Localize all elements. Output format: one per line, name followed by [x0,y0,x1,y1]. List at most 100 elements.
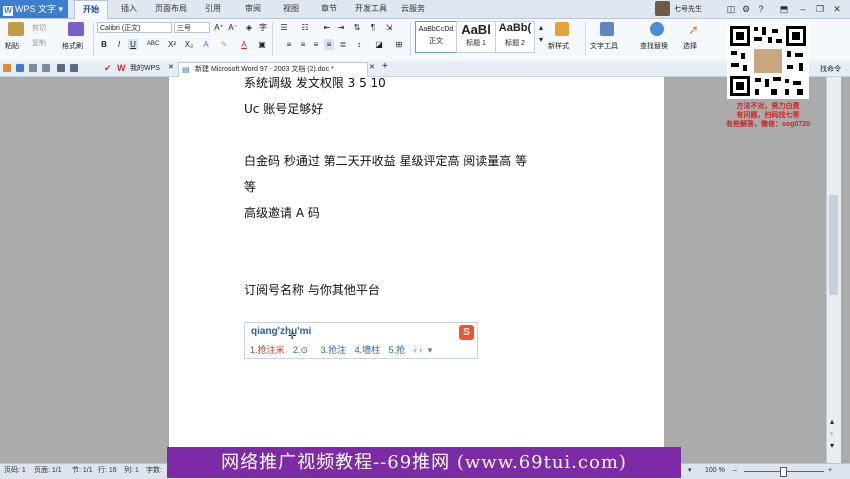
tab-home[interactable]: 开始 [74,0,108,19]
new-style-button[interactable]: 新样式 [548,41,569,51]
zoom-slider-thumb[interactable] [780,467,787,477]
styles-scroll-up-icon[interactable]: ▴ [536,22,546,33]
format-painter-button[interactable]: 格式刷 [62,41,83,51]
cut-button[interactable]: 剪切 [32,23,46,33]
ime-candidate-3[interactable]: 3.抢注 [321,345,347,355]
vertical-scrollbar[interactable]: ▴ ◦ ▾ [826,77,841,463]
help-icon[interactable]: ? [755,3,767,15]
style-heading-2[interactable]: AaBb( 标题 2 [495,21,535,53]
scrollbar-thumb[interactable] [829,195,838,295]
increase-indent-icon[interactable]: ⇥ [336,22,346,33]
scroll-select-object-icon[interactable]: ◦ [830,429,833,438]
borders-icon[interactable]: ⊞ [394,39,404,50]
restore-icon[interactable]: ⬒ [778,3,790,15]
zoom-minus-icon[interactable]: – [733,464,737,478]
style-normal[interactable]: AaBbCcDd 正文 [415,21,457,53]
open-icon[interactable] [3,64,11,72]
document-page[interactable] [169,77,664,463]
my-wps-tab[interactable]: 我的WPS [126,62,164,76]
skin-icon[interactable]: ◫ [725,3,737,15]
ime-candidate-5[interactable]: 5.抢 [389,345,406,355]
scroll-next-page-icon[interactable]: ▾ [830,441,834,450]
user-name[interactable]: 七号先生 [674,4,702,14]
scroll-prev-page-icon[interactable]: ▴ [830,417,834,426]
tab-page-layout[interactable]: 页面布局 [155,0,187,18]
bold-button[interactable]: B [99,39,109,50]
ime-candidate-4[interactable]: 4.墙柱 [355,345,381,355]
zoom-plus-icon[interactable]: + [828,464,832,478]
subscript-button[interactable]: X₂ [183,39,195,50]
ime-page-next-icon[interactable]: ‹ › [414,345,423,355]
bullets-icon[interactable]: ☰ [279,22,289,33]
ime-expand-icon[interactable]: ▾ [428,345,433,355]
close-icon[interactable]: ✕ [831,3,843,15]
print-preview-icon[interactable] [42,64,50,72]
find-command-link[interactable]: 找命令 [820,64,841,74]
status-section[interactable]: 节: 1/1 [72,464,93,478]
app-menu-button[interactable]: W WPS 文字 ▾ [0,0,68,18]
copy-button[interactable]: 复制 [32,38,46,48]
shading-icon[interactable]: ◪ [374,39,384,50]
shrink-font-icon[interactable]: A⁻ [228,22,238,33]
numbering-icon[interactable]: ☷ [300,22,310,33]
text-effect-icon[interactable]: A [201,39,211,50]
decrease-indent-icon[interactable]: ⇤ [322,22,332,33]
align-left-icon[interactable]: ≡ [284,39,294,50]
phonetic-icon[interactable]: 字 [258,22,268,33]
minimize-icon[interactable]: – [797,3,809,15]
show-marks-icon[interactable]: ¶ [368,22,378,33]
select-button[interactable]: 选择 [683,41,697,51]
tab-developer[interactable]: 开发工具 [355,0,387,18]
close-doc-tab-icon[interactable]: ✕ [369,63,375,71]
zoom-out-icon[interactable]: ▾ [688,464,692,478]
highlight-icon[interactable]: ✎ [219,39,229,50]
ime-candidate-2[interactable]: 2.⊙ [293,345,308,355]
text-tools-button[interactable]: 文字工具 [590,41,618,51]
tab-insert[interactable]: 插入 [121,0,137,18]
font-name-select[interactable]: Calibri (正文) [97,22,172,33]
style-heading-1[interactable]: AaBl 标题 1 [456,21,496,53]
italic-button[interactable]: I [114,39,124,50]
settings-icon[interactable]: ⚙ [740,3,752,15]
status-col[interactable]: 列: 1 [124,464,139,478]
tab-cloud[interactable]: 云服务 [401,0,425,18]
status-words[interactable]: 字数: [146,464,162,478]
find-replace-icon[interactable] [650,22,664,36]
new-tab-button[interactable]: + [382,61,388,72]
distributed-icon[interactable]: ≣ [338,39,348,50]
pin-icon[interactable]: ✔ [104,63,112,74]
select-cursor-icon[interactable]: ➚ [688,22,699,38]
format-painter-icon[interactable] [68,22,84,36]
strikethrough-button[interactable]: ABC [146,39,160,50]
zoom-level[interactable]: 100 % [705,464,725,478]
styles-scroll-down-icon[interactable]: ▾ [536,34,546,45]
print-icon[interactable] [29,64,37,72]
maximize-icon[interactable]: ❐ [814,3,826,15]
clear-format-icon[interactable]: ◈ [244,22,254,33]
status-pages[interactable]: 页面: 1/1 [34,464,62,478]
justify-icon[interactable]: ≡ [324,39,334,50]
char-border-icon[interactable]: ▣ [257,39,267,50]
underline-button[interactable]: U [128,39,138,50]
save-icon[interactable] [16,64,24,72]
tab-view[interactable]: 视图 [283,0,299,18]
align-right-icon[interactable]: ≡ [311,39,321,50]
tab-references[interactable]: 引用 [205,0,221,18]
ime-candidate-1[interactable]: 1.抢注米 [250,345,285,355]
tab-stop-icon[interactable]: ⇲ [384,22,394,33]
text-tools-icon[interactable] [600,22,614,36]
status-row[interactable]: 行: 16 [98,464,117,478]
tab-review[interactable]: 审阅 [245,0,261,18]
tab-section[interactable]: 章节 [321,0,337,18]
align-center-icon[interactable]: ≡ [298,39,308,50]
font-color-icon[interactable]: A [239,39,249,50]
find-replace-button[interactable]: 查找替换 [640,41,668,51]
avatar[interactable] [655,1,670,16]
grow-font-icon[interactable]: A⁺ [214,22,224,33]
paste-icon[interactable] [8,22,24,36]
undo-icon[interactable] [57,64,65,72]
superscript-button[interactable]: X² [166,39,178,50]
sort-icon[interactable]: ⇅ [352,22,362,33]
line-spacing-icon[interactable]: ↕ [354,39,364,50]
paste-button[interactable]: 粘贴 [5,41,19,51]
